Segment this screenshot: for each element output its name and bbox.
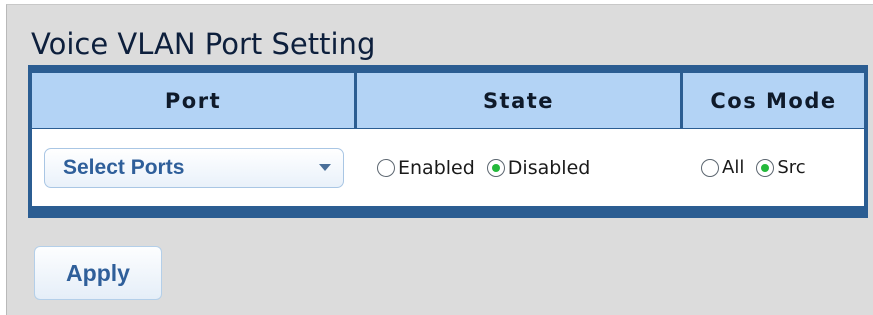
- table-header-row: Port State Cos Mode: [32, 73, 864, 128]
- state-enabled-label: Enabled: [398, 156, 475, 179]
- state-enabled-radio[interactable]: [377, 158, 395, 177]
- select-ports-dropdown[interactable]: Select Ports: [44, 147, 344, 188]
- port-cell: Select Ports: [32, 129, 354, 206]
- cos-src-option[interactable]: Src: [756, 157, 806, 178]
- state-radio-group: Enabled Disabled: [377, 157, 590, 179]
- table-row: Select Ports Enabled Disabled All Src: [32, 129, 864, 206]
- state-enabled-option[interactable]: Enabled: [377, 157, 475, 179]
- content-panel: Voice VLAN Port Setting Port State Cos M…: [6, 4, 873, 315]
- cos-all-label: All: [722, 157, 745, 178]
- cos-src-radio[interactable]: [756, 158, 775, 177]
- chevron-down-icon: [319, 164, 331, 171]
- cos-mode-radio-group: All Src: [701, 157, 806, 178]
- voice-vlan-port-table: Port State Cos Mode Select Ports Enabled: [28, 65, 868, 218]
- select-ports-value: Select Ports: [63, 155, 185, 179]
- cos-src-label: Src: [777, 157, 806, 178]
- state-disabled-label: Disabled: [507, 156, 591, 179]
- cos-mode-cell: All Src: [683, 129, 864, 206]
- header-state: State: [357, 73, 680, 128]
- page-title: Voice VLAN Port Setting: [31, 27, 376, 61]
- cos-all-option[interactable]: All: [701, 157, 744, 178]
- header-cos-mode: Cos Mode: [683, 73, 864, 128]
- apply-button[interactable]: Apply: [34, 246, 162, 300]
- header-port: Port: [32, 73, 354, 128]
- state-disabled-option[interactable]: Disabled: [486, 156, 591, 179]
- state-cell: Enabled Disabled: [357, 129, 680, 206]
- cos-all-radio[interactable]: [701, 158, 719, 177]
- state-disabled-radio[interactable]: [486, 158, 505, 177]
